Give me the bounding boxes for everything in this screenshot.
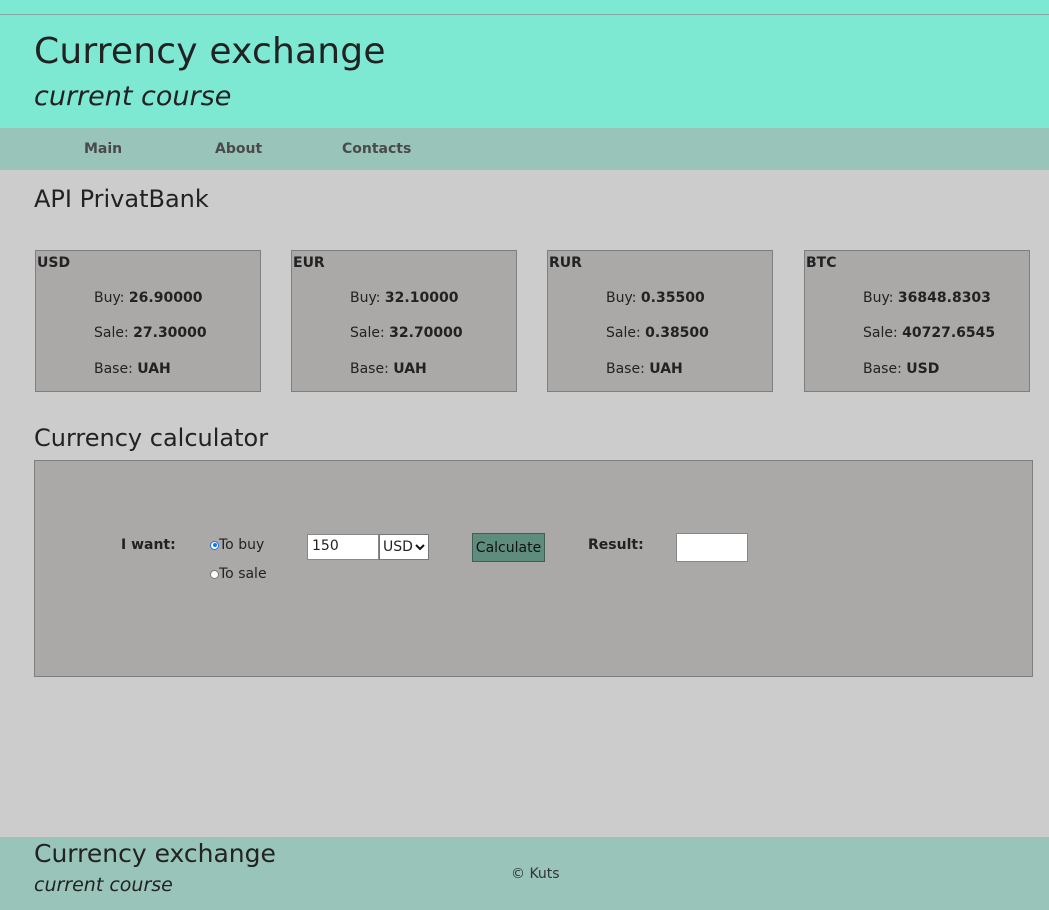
currency-card-eur: EUR Buy: 32.10000 Sale: 32.70000 Base: U…	[291, 250, 517, 392]
sale-row: Sale: 27.30000	[94, 325, 207, 341]
sale-value: 32.70000	[389, 325, 463, 341]
sale-value: 27.30000	[133, 325, 207, 341]
nav-item-contacts[interactable]: Contacts	[342, 141, 411, 157]
chevron-down-icon	[415, 544, 425, 551]
site-footer: Currency exchange current course © Kuts	[0, 837, 1049, 910]
base-value: USD	[906, 361, 940, 377]
currency-code: BTC	[806, 255, 837, 271]
radio-button[interactable]	[210, 540, 219, 550]
currency-card-rur: RUR Buy: 0.35500 Sale: 0.38500 Base: UAH	[547, 250, 773, 392]
buy-value: 36848.8303	[897, 290, 991, 306]
base-value: UAH	[393, 361, 427, 377]
currency-code: EUR	[293, 255, 325, 271]
radio-label: To sale	[219, 566, 267, 582]
main-nav: Main About Contacts	[0, 128, 1049, 170]
radio-button[interactable]	[210, 569, 219, 579]
currency-select-value: USD	[383, 539, 413, 555]
nav-item-about[interactable]: About	[215, 141, 262, 157]
footer-title: Currency exchange	[34, 839, 276, 868]
api-section-title: API PrivatBank	[34, 185, 209, 213]
site-header: Currency exchange current course	[0, 15, 1049, 128]
currency-calculator: I want: To buy To sale 150 USD Calculate…	[34, 460, 1033, 677]
buy-value: 26.90000	[128, 290, 203, 306]
radio-to-buy[interactable]: To buy	[210, 537, 264, 553]
copyright: © Kuts	[511, 866, 560, 882]
radio-label: To buy	[219, 537, 265, 553]
currency-code: USD	[37, 255, 71, 271]
sale-value: 0.38500	[645, 325, 709, 341]
calculate-button[interactable]: Calculate	[472, 533, 545, 562]
base-row: Base: USD	[863, 361, 940, 377]
base-row: Base: UAH	[350, 361, 427, 377]
buy-value: 0.35500	[640, 290, 705, 306]
calculator-title: Currency calculator	[34, 424, 269, 452]
base-value: UAH	[137, 361, 171, 377]
site-title: Currency exchange	[34, 31, 386, 72]
top-bar	[0, 0, 1049, 15]
sale-row: Sale: 40727.6545	[863, 325, 996, 341]
buy-row: Buy: 26.90000	[94, 290, 203, 306]
nav-item-main[interactable]: Main	[84, 141, 122, 157]
buy-value: 32.10000	[384, 290, 459, 306]
sale-row: Sale: 32.70000	[350, 325, 463, 341]
currency-code: RUR	[549, 255, 582, 271]
buy-row: Buy: 0.35500	[606, 290, 705, 306]
base-row: Base: UAH	[606, 361, 683, 377]
sale-row: Sale: 0.38500	[606, 325, 709, 341]
result-output[interactable]	[676, 533, 748, 562]
currency-card-btc: BTC Buy: 36848.8303 Sale: 40727.6545 Bas…	[804, 250, 1030, 392]
result-label: Result:	[588, 537, 644, 553]
footer-subtitle: current course	[34, 874, 173, 896]
want-label: I want:	[121, 537, 176, 553]
currency-select[interactable]: USD	[379, 534, 429, 560]
amount-input[interactable]: 150	[307, 534, 379, 560]
currency-card-usd: USD Buy: 26.90000 Sale: 27.30000 Base: U…	[35, 250, 261, 392]
buy-row: Buy: 36848.8303	[863, 290, 991, 306]
site-subtitle: current course	[34, 81, 232, 112]
buy-row: Buy: 32.10000	[350, 290, 459, 306]
base-row: Base: UAH	[94, 361, 171, 377]
sale-value: 40727.6545	[902, 325, 996, 341]
radio-to-sale[interactable]: To sale	[210, 566, 267, 582]
base-value: UAH	[649, 361, 683, 377]
